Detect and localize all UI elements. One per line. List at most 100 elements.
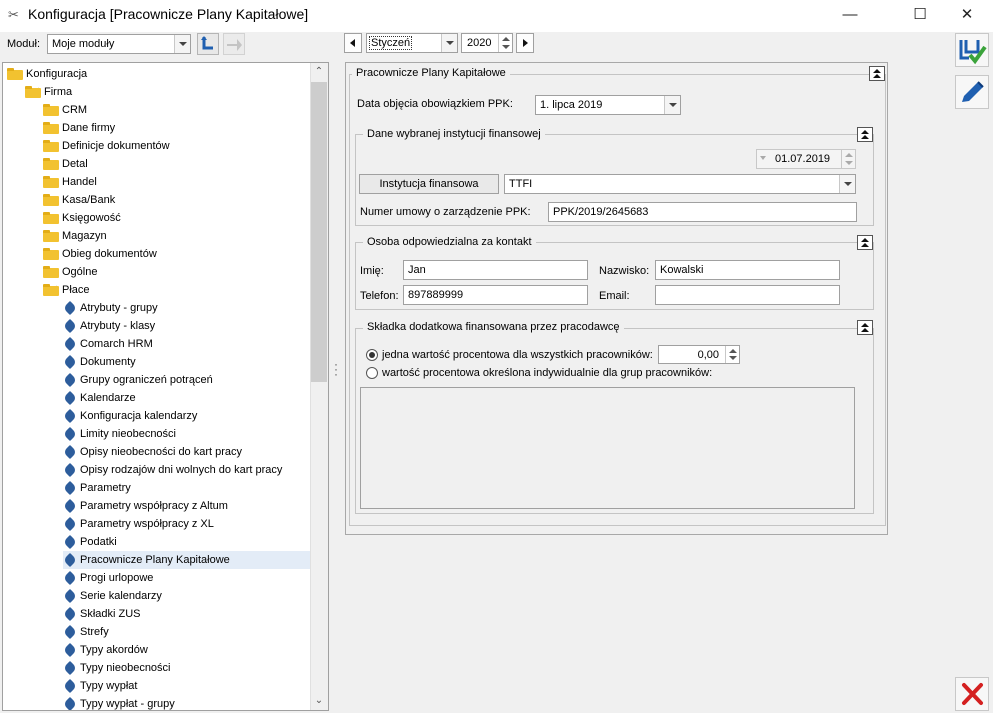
tree-item[interactable]: Opisy rodzajów dni wolnych do kart pracy [3,461,310,479]
telefon-label: Telefon: [360,290,399,302]
collapse-instytucja-icon[interactable] [857,127,873,142]
instytucja-select[interactable]: TTFI [504,174,856,194]
stepper-arrows-icon[interactable] [498,34,512,52]
close-window-button[interactable]: ✕ [944,0,990,32]
umowa-field[interactable]: PPK/2019/2645683 [548,202,857,222]
chevron-down-icon[interactable] [441,34,457,52]
tree-item-label: Definicje dokumentów [62,140,170,152]
month-select[interactable]: Styczeń [366,33,458,53]
tree-item[interactable]: Typy akordów [3,641,310,659]
next-month-button[interactable] [516,33,534,53]
tree-item-label: Grupy ograniczeń potrąceń [80,374,213,386]
stepper-arrows-icon[interactable] [841,150,855,168]
tree-item-label: Typy nieobecności [80,662,171,674]
tree-item-label: Limity nieobecności [80,428,176,440]
option-group-percent-label: wartość procentowa określona indywidualn… [382,367,713,379]
maximize-button[interactable]: ☐ [897,0,943,32]
tree-item[interactable]: Dokumenty [3,353,310,371]
tree-item[interactable]: Typy wypłat [3,677,310,695]
tree-item[interactable]: Strefy [3,623,310,641]
tree-item-label: Typy akordów [80,644,148,656]
email-field[interactable] [655,285,840,305]
tree-item[interactable]: Opisy nieobecności do kart pracy [3,443,310,461]
tree-item-label: Detal [62,158,88,170]
save-button[interactable] [955,33,989,67]
instytucja-finansowa-button[interactable]: Instytucja finansowa [359,174,499,194]
tree-item[interactable]: Progi urlopowe [3,569,310,587]
chevron-down-icon [760,156,766,160]
instytucja-date-field[interactable]: 01.07.2019 [756,149,856,169]
year-stepper[interactable]: 2020 [461,33,513,53]
panel-splitter[interactable]: · · · [334,358,338,380]
tree-item[interactable]: Kasa/Bank [3,191,310,209]
tree-item[interactable]: Definicje dokumentów [3,137,310,155]
scroll-thumb[interactable] [311,82,327,382]
config-leaf-icon [64,356,76,368]
tree-item[interactable]: Pracownicze Plany Kapitałowe [63,551,310,569]
tree-item[interactable]: Płace [3,281,310,299]
tree-item[interactable]: Typy nieobecności [3,659,310,677]
config-leaf-icon [64,392,76,404]
config-tree[interactable]: Konfiguracja Firma CRM Dane firmy Definicje … [2,62,329,711]
tree-item[interactable]: Atrybuty - grupy [3,299,310,317]
tree-item[interactable]: Parametry współpracy z XL [3,515,310,533]
folder-icon [43,122,59,134]
tree-item[interactable]: Księgowość [3,209,310,227]
tree-item[interactable]: Kalendarze [3,389,310,407]
tree-item[interactable]: Podatki [3,533,310,551]
cancel-button[interactable] [955,677,989,711]
tree-item[interactable]: Konfiguracja kalendarzy [3,407,310,425]
tree-item[interactable]: Ogólne [3,263,310,281]
tree-item[interactable]: Firma [3,83,310,101]
group-percent-list[interactable] [360,387,855,509]
tree-item[interactable]: Atrybuty - klasy [3,317,310,335]
tree-item[interactable]: Serie kalendarzy [3,587,310,605]
data-objecia-label: Data objęcia obowiązkiem PPK: [357,98,513,110]
tree-item[interactable]: CRM [3,101,310,119]
tree-item-label: Parametry [80,482,131,494]
tree-item[interactable]: Comarch HRM [3,335,310,353]
prev-month-button[interactable] [344,33,362,53]
nazwisko-field[interactable]: Kowalski [655,260,840,280]
tree-item[interactable]: Handel [3,173,310,191]
imie-field[interactable]: Jan [403,260,588,280]
tree-item[interactable]: Dane firmy [3,119,310,137]
telefon-field[interactable]: 897889999 [403,285,588,305]
tree-item[interactable]: Detal [3,155,310,173]
minimize-button[interactable]: — [827,0,873,32]
tree-item[interactable]: Parametry współpracy z Altum [3,497,310,515]
tree-item[interactable]: Magazyn [3,227,310,245]
instytucja-group-title: Dane wybranej instytucji finansowej [363,128,545,140]
tree-item[interactable]: Składki ZUS [3,605,310,623]
month-value: Styczeń [369,36,413,50]
chevron-down-icon[interactable] [174,35,190,53]
forward-modules-button[interactable] [223,33,245,55]
edit-button[interactable] [955,75,989,109]
chevron-down-icon[interactable] [664,96,680,114]
tree-item-label: Typy wypłat [80,680,138,692]
single-percent-stepper[interactable]: 0,00 [658,345,740,364]
chevron-down-icon[interactable] [839,175,855,193]
scroll-up-icon[interactable]: ⌃ [311,63,327,81]
umowa-label: Numer umowy o zarządzenie PPK: [360,206,531,218]
tree-item[interactable]: Limity nieobecności [3,425,310,443]
tree-item[interactable]: Typy wypłat - grupy [3,695,310,710]
scroll-down-icon[interactable]: ⌄ [311,692,327,710]
refresh-modules-button[interactable] [197,33,219,55]
stepper-arrows-icon[interactable] [725,346,739,363]
collapse-kontakt-icon[interactable] [857,235,873,250]
tree-item[interactable]: Parametry [3,479,310,497]
skladka-group-title: Składka dodatkowa finansowana przez prac… [363,321,624,333]
modul-select[interactable]: Moje moduły [47,34,191,54]
tree-item[interactable]: Obieg dokumentów [3,245,310,263]
tree-item[interactable]: Grupy ograniczeń potrąceń [3,371,310,389]
collapse-skladka-icon[interactable] [857,320,873,335]
tree-item[interactable]: Konfiguracja [3,65,310,83]
option-single-percent-radio[interactable] [366,349,378,361]
collapse-ppk-icon[interactable] [869,66,885,81]
folder-icon [43,140,59,152]
config-leaf-icon [64,698,76,710]
data-objecia-select[interactable]: 1. lipca 2019 [535,95,681,115]
option-group-percent-radio[interactable] [366,367,378,379]
config-leaf-icon [64,500,76,512]
